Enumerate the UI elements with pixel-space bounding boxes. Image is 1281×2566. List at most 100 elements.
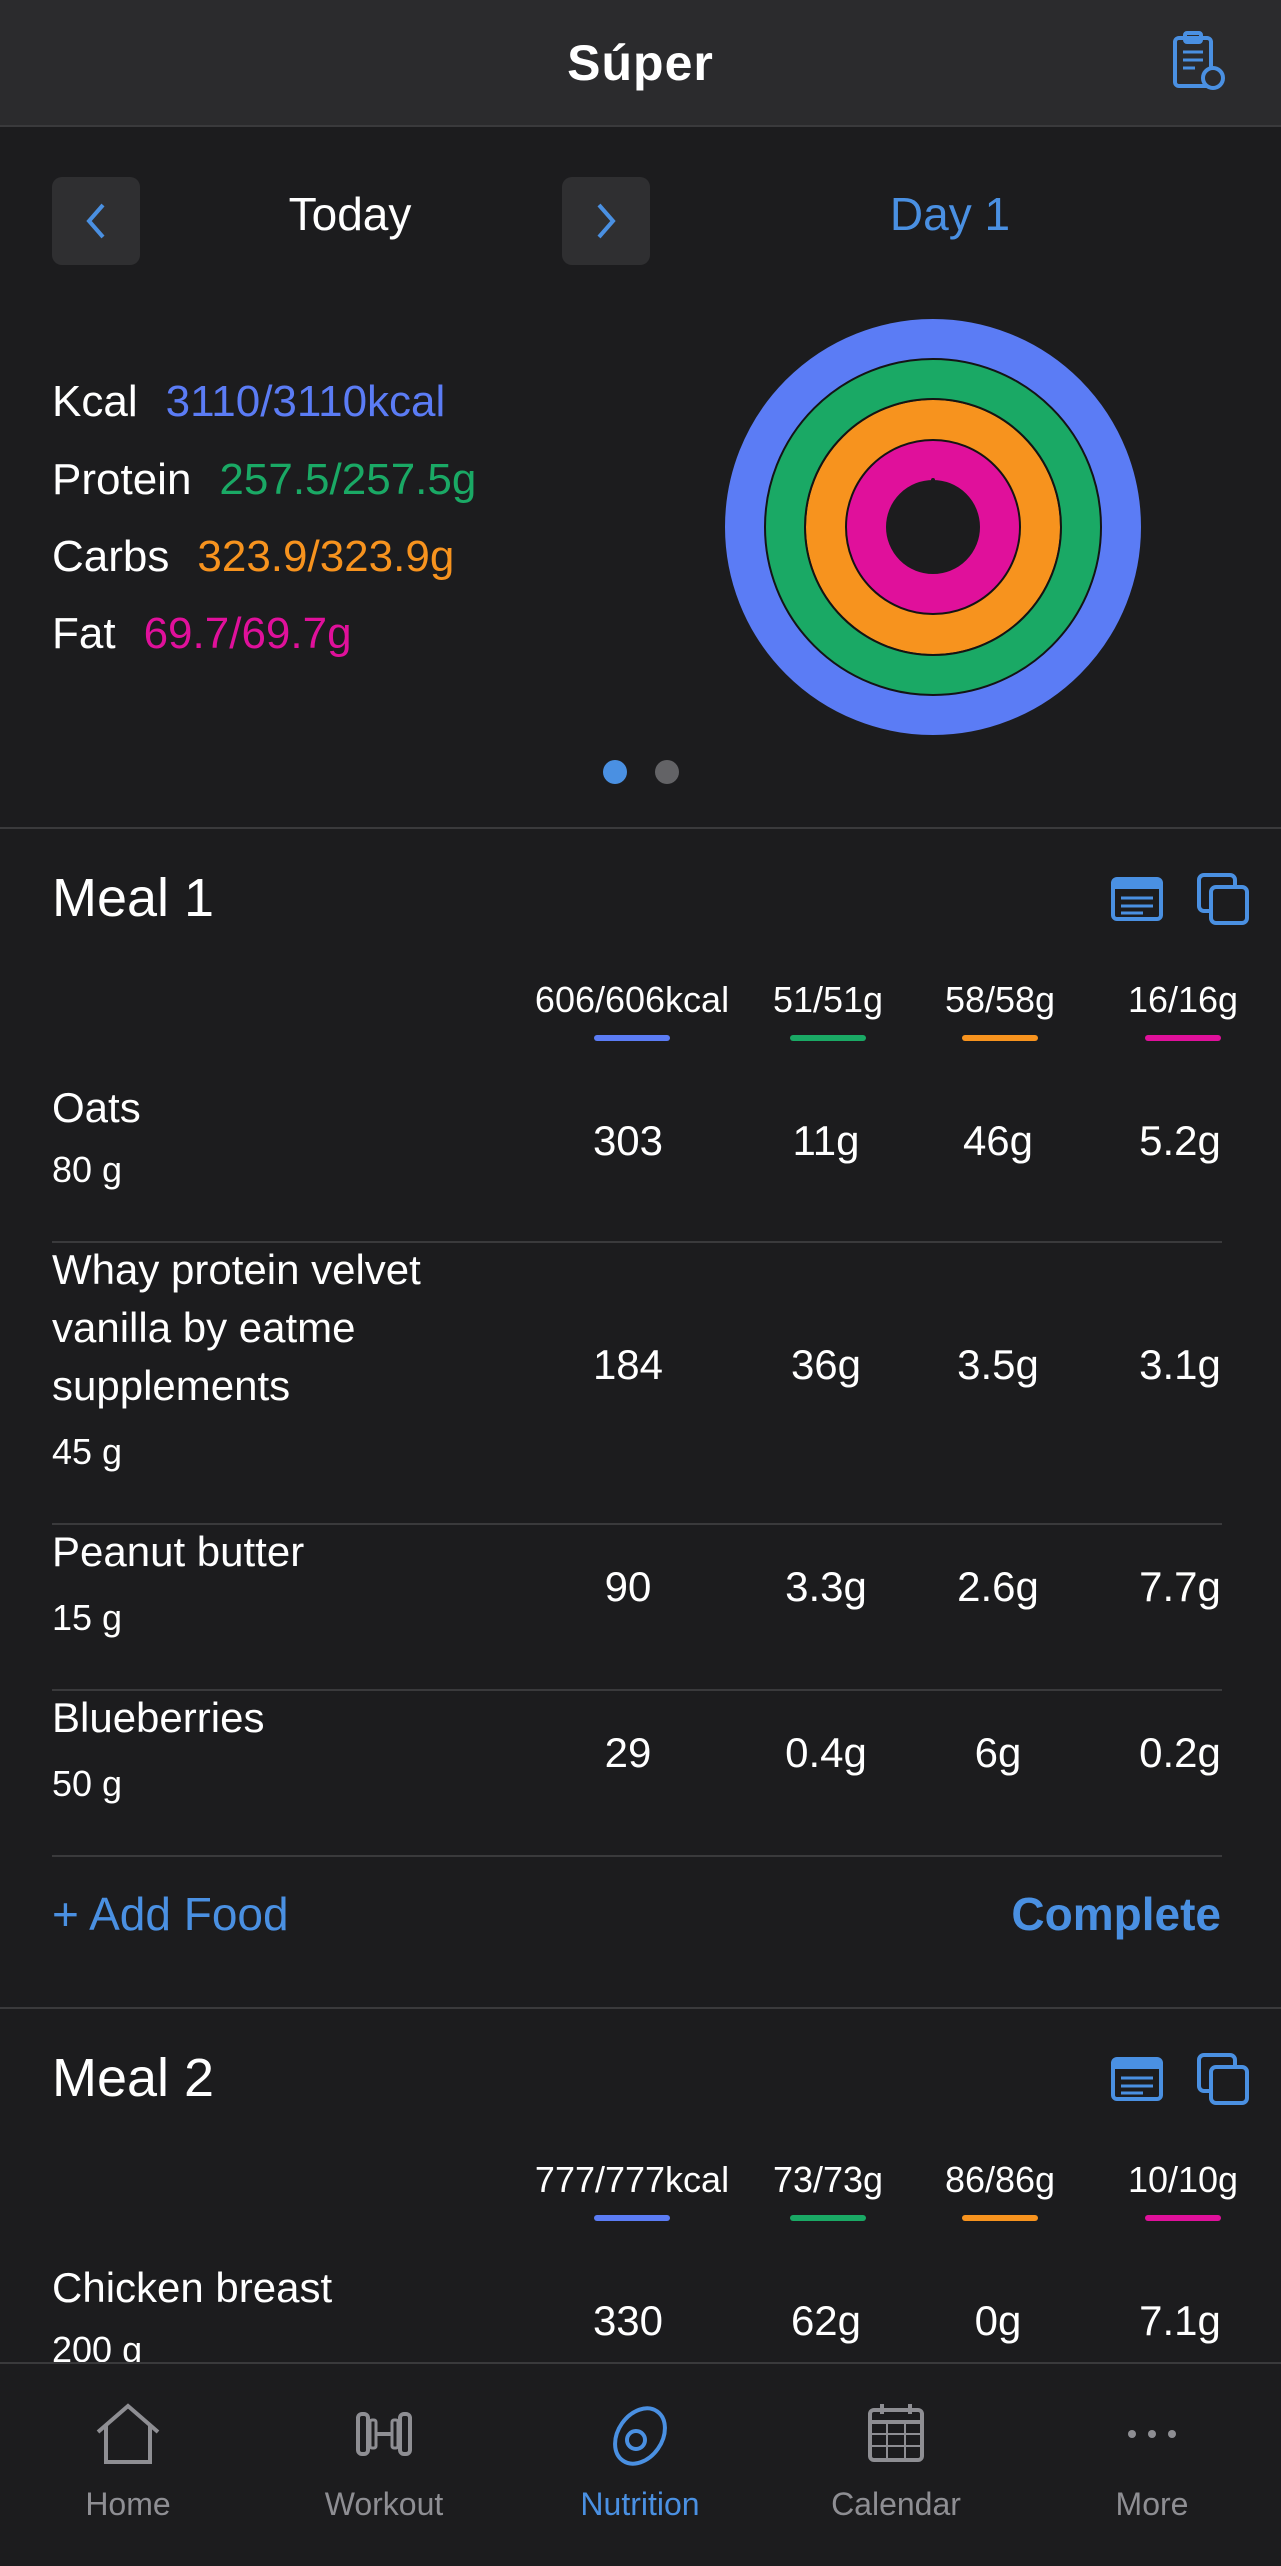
meal-carbs-total: 58/58g (920, 979, 1080, 1041)
kcal-value: 3110/3110kcal (165, 377, 446, 426)
copy-icon[interactable] (1195, 2051, 1251, 2107)
previous-day-button[interactable] (52, 177, 140, 265)
total-value: 73/73g (772, 2159, 884, 2200)
meal-card: Meal 1 606/606kcal 51/51g 58/58g 16/16g … (0, 829, 1281, 2009)
food-row[interactable]: Oats 80 g 303 11g 46g 5.2g (52, 1079, 1222, 1243)
top-bar: Súper (0, 0, 1281, 127)
meal-title: Meal 2 (52, 2048, 215, 2108)
food-kcal: 330 (592, 2297, 664, 2344)
chevron-right-icon (597, 203, 616, 239)
add-food-button[interactable]: + Add Food (52, 1887, 289, 1941)
protein-label: Protein (52, 455, 192, 504)
food-fat: 0.2g (1139, 1729, 1221, 1776)
complete-button[interactable]: Complete (1011, 1887, 1221, 1941)
daily-summary: Today Day 1 Kcal 3110/3110kcal Protein 257… (0, 127, 1281, 829)
kcal-bar (594, 2215, 670, 2221)
calendar-icon (868, 2404, 924, 2462)
protein-summary: Protein 257.5/257.5g (52, 455, 476, 505)
notes-icon[interactable] (1109, 2051, 1165, 2107)
food-carbs: 0g (974, 2297, 1022, 2344)
food-kcal: 90 (604, 1563, 652, 1610)
kcal-label: Kcal (52, 377, 138, 426)
meal-actions (1109, 871, 1251, 927)
food-amount: 45 g (52, 1431, 123, 1472)
food-protein: 3.3g (785, 1563, 867, 1610)
food-name: Blueberries (52, 1694, 265, 1741)
notes-icon[interactable] (1109, 871, 1165, 927)
page-indicator[interactable] (0, 760, 1281, 784)
more-icon (1128, 2430, 1176, 2438)
meal-fat-total: 16/16g (1103, 979, 1263, 1041)
food-kcal: 29 (604, 1729, 652, 1776)
tab-label: Calendar (831, 2486, 961, 2522)
food-amount: 80 g (52, 1149, 123, 1190)
food-row[interactable]: Chicken breast 200 g 330 62g 0g 7.1g (52, 2259, 1222, 2362)
tab-label: Home (85, 2486, 171, 2522)
total-value: 777/777kcal (534, 2159, 730, 2200)
food-name: Oats (52, 1084, 141, 1131)
tab-nutrition[interactable]: Nutrition (512, 2364, 768, 2566)
protein-bar (790, 1035, 866, 1041)
food-row[interactable]: Peanut butter 15 g 90 3.3g 2.6g 7.7g (52, 1523, 1222, 1691)
macro-rings[interactable] (718, 312, 1148, 742)
food-amount: 200 g (52, 2329, 143, 2362)
food-fat: 7.7g (1139, 1563, 1221, 1610)
food-fat: 7.1g (1139, 2297, 1221, 2344)
food-name: Peanut butter (52, 1528, 305, 1575)
ring-gap-marker (931, 478, 935, 482)
meal-totals: 777/777kcal 73/73g 86/86g 10/10g (0, 2159, 1281, 2229)
total-value: 10/10g (1127, 2159, 1239, 2200)
tab-label: Nutrition (580, 2486, 700, 2522)
fat-bar (1145, 1035, 1221, 1041)
next-day-button[interactable] (562, 177, 650, 265)
home-icon (96, 2403, 160, 2464)
tab-label: More (1115, 2486, 1189, 2522)
carbs-summary: Carbs 323.9/323.9g (52, 532, 454, 582)
meal-kcal-total: 777/777kcal (532, 2159, 732, 2221)
protein-value: 257.5/257.5g (219, 455, 477, 504)
tab-label: Workout (324, 2486, 444, 2522)
tab-more[interactable]: More (1024, 2364, 1280, 2566)
tab-bar: Home Workout Nutrition Calendar More (0, 2362, 1281, 2566)
food-carbs: 6g (974, 1729, 1022, 1776)
clipboard-apple-icon[interactable] (1165, 30, 1229, 94)
page-dot-active (602, 760, 627, 784)
meal-fat-total: 10/10g (1103, 2159, 1263, 2221)
food-carbs: 46g (962, 1117, 1034, 1164)
food-kcal: 184 (592, 1341, 664, 1388)
food-fat: 3.1g (1139, 1341, 1221, 1388)
food-protein: 62g (790, 2297, 862, 2344)
tab-calendar[interactable]: Calendar (768, 2364, 1024, 2566)
meal-carbs-total: 86/86g (920, 2159, 1080, 2221)
food-carbs: 2.6g (957, 1563, 1039, 1610)
total-value: 16/16g (1127, 979, 1239, 1020)
tab-workout[interactable]: Workout (256, 2364, 512, 2566)
carbs-label: Carbs (52, 532, 170, 581)
fat-value: 69.7/69.7g (143, 609, 352, 658)
total-value: 86/86g (944, 2159, 1056, 2200)
food-name: Whay protein velvet vanilla by eatme sup… (52, 1246, 421, 1409)
food-amount: 50 g (52, 1763, 123, 1804)
page-dot (654, 760, 679, 784)
fat-label: Fat (52, 609, 116, 658)
avocado-icon (613, 2406, 667, 2466)
kcal-summary: Kcal 3110/3110kcal (52, 377, 445, 427)
tab-home[interactable]: Home (0, 2364, 256, 2566)
carbs-bar (962, 2215, 1038, 2221)
chevron-left-icon (86, 203, 105, 239)
carbs-bar (962, 1035, 1038, 1041)
total-value: 58/58g (944, 979, 1056, 1020)
food-row[interactable]: Blueberries 50 g 29 0.4g 6g 0.2g (52, 1689, 1222, 1857)
meal-totals: 606/606kcal 51/51g 58/58g 16/16g (0, 979, 1281, 1049)
meal-actions (1109, 2051, 1251, 2107)
total-value: 606/606kcal (534, 979, 730, 1020)
carbs-value: 323.9/323.9g (197, 532, 455, 581)
kcal-bar (594, 1035, 670, 1041)
copy-icon[interactable] (1195, 871, 1251, 927)
food-amount: 15 g (52, 1597, 123, 1638)
day-label[interactable]: Day 1 (850, 187, 1050, 241)
food-row[interactable]: Whay protein velvet vanilla by eatme sup… (52, 1241, 1222, 1525)
food-protein: 0.4g (785, 1729, 867, 1776)
meal-card: Meal 2 777/777kcal 73/73g 86/86g 10/10g … (0, 2009, 1281, 2362)
app-title: Súper (567, 34, 714, 91)
